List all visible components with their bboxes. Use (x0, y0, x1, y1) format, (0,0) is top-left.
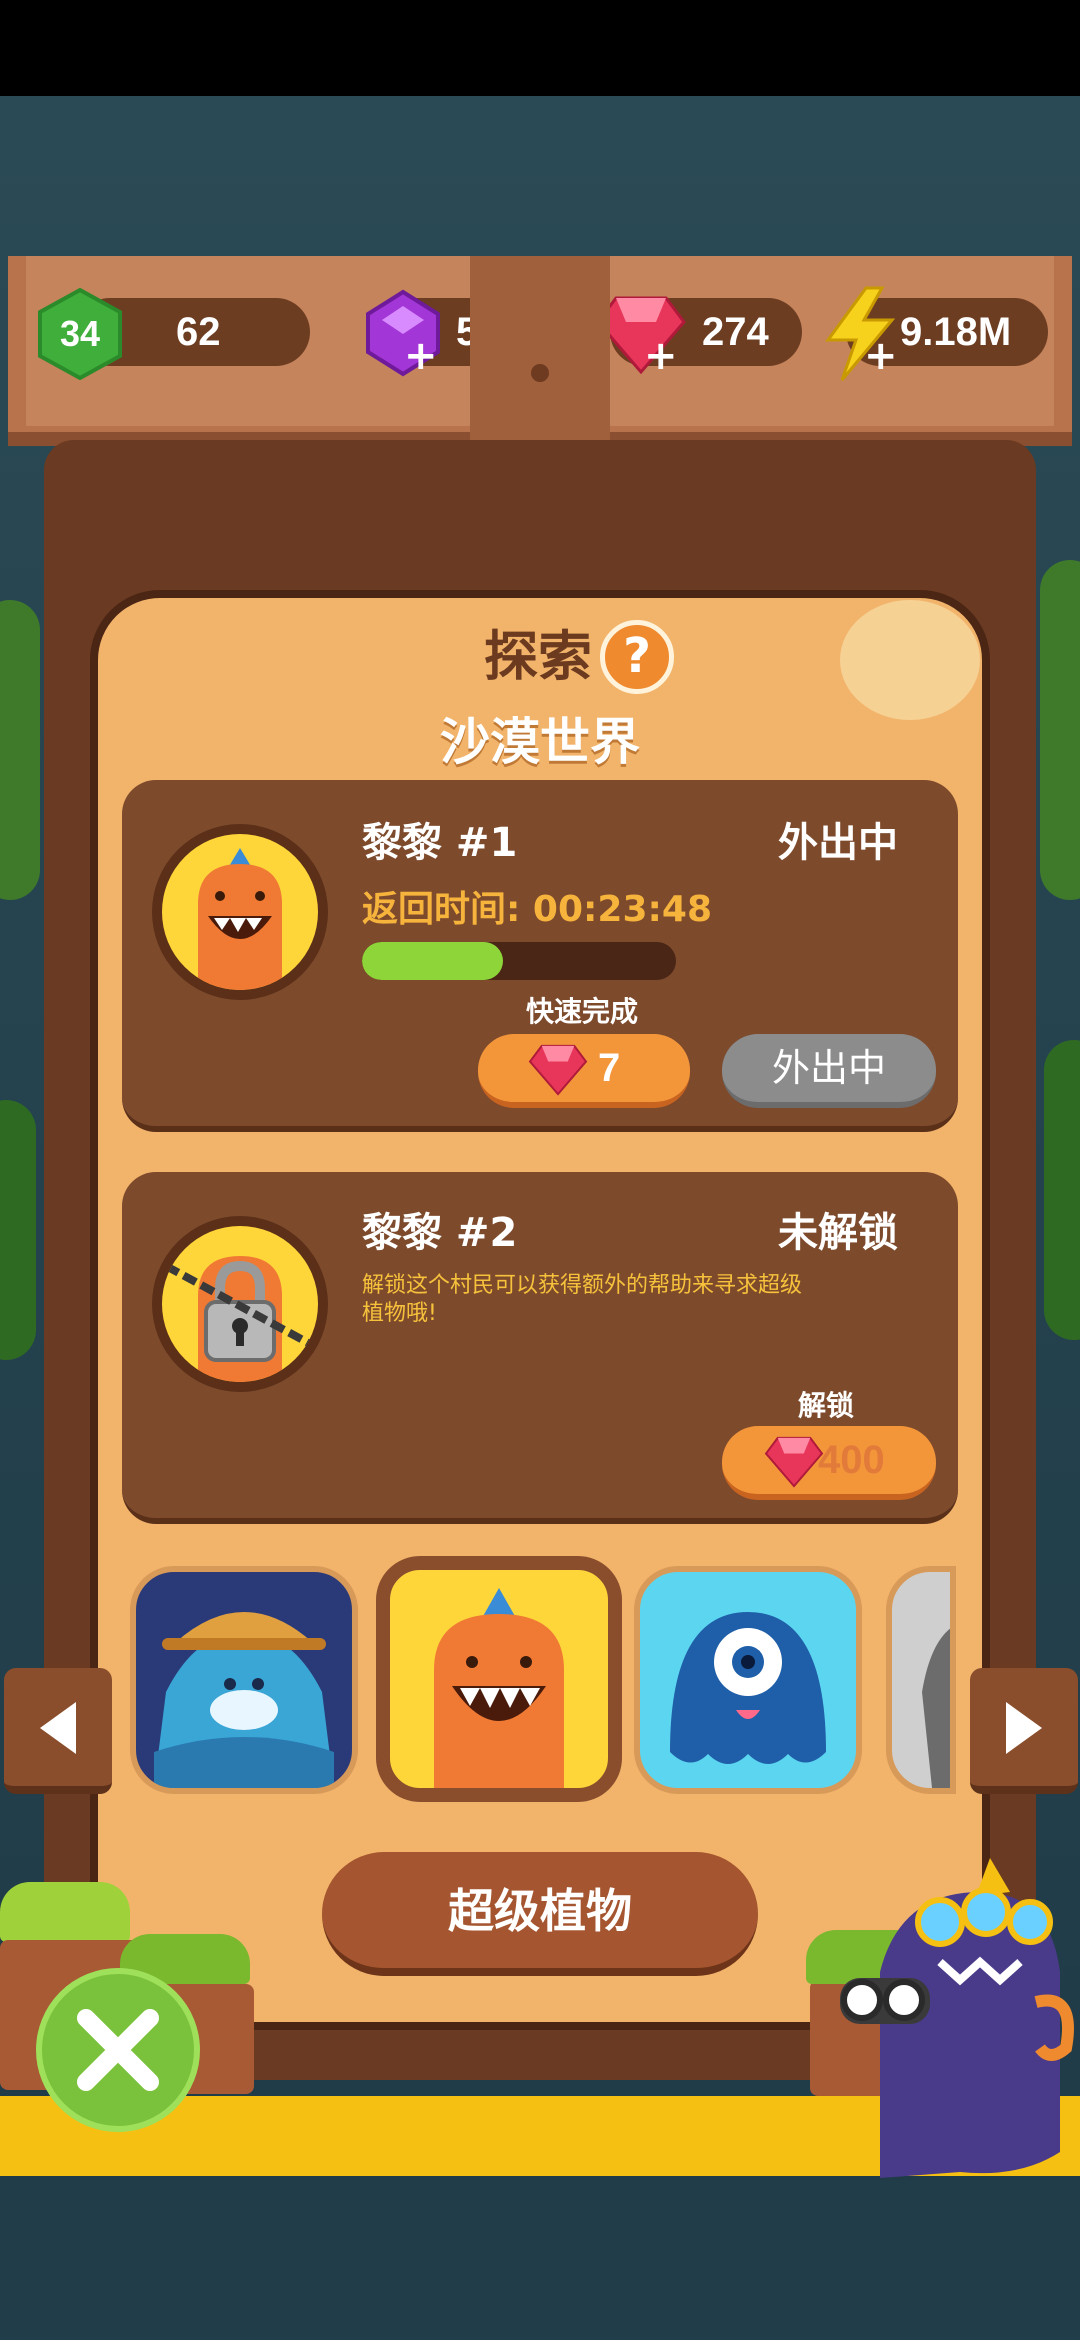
avatar (152, 824, 328, 1000)
quick-finish-cost: 7 (598, 1046, 621, 1090)
villager-choice-1[interactable] (130, 1566, 358, 1794)
leaf-decoration (0, 1100, 36, 1360)
level-badge: 34 (34, 287, 126, 381)
slot-name: 黎黎 #2 (362, 1210, 518, 1256)
binoculars-monster-icon (840, 1858, 1074, 2178)
page-title: 探索 (484, 625, 592, 688)
orange-monster-icon (434, 1588, 564, 1788)
return-time: 返回时间: 00:23:48 (362, 889, 713, 930)
plus-icon: + (404, 333, 438, 379)
plus-icon: + (864, 333, 898, 379)
arrow-left-icon (40, 1702, 76, 1754)
unlock-cost: 400 (818, 1438, 885, 1482)
energy-add-button[interactable]: + (820, 286, 900, 382)
gray-monster-icon (922, 1628, 950, 1788)
close-button[interactable] (36, 1968, 200, 2132)
explorer-monster (840, 1852, 1080, 2178)
slot-name: 黎黎 #1 (362, 820, 518, 866)
villager-choice-3[interactable] (634, 1566, 862, 1794)
slot-status: 未解锁 (778, 1210, 898, 1256)
quick-finish-button[interactable]: 7 (478, 1034, 690, 1108)
background-bottom (0, 2180, 1080, 2340)
unlock-button[interactable]: 400 (722, 1426, 936, 1500)
villager-slot-2: 黎黎 #2 未解锁 解锁这个村民可以获得额外的帮助来寻求超级植物哦! 解锁 40… (122, 1172, 958, 1524)
close-icon (77, 2009, 159, 2091)
super-plant-button[interactable]: 超级植物 (322, 1852, 758, 1976)
plant-decoration (0, 1882, 130, 1942)
blue-cyclops-icon (670, 1612, 826, 1764)
help-button[interactable]: ? (600, 620, 674, 694)
prev-villager-button[interactable] (4, 1668, 112, 1794)
green-hexagon-icon: 34 (38, 287, 122, 381)
ruby-icon (528, 1044, 588, 1096)
arrow-right-icon (1006, 1702, 1042, 1754)
quick-finish-label: 快速完成 (526, 995, 639, 1028)
strap-rivet (531, 364, 549, 382)
plus-icon: + (644, 333, 678, 379)
villager-choice-2[interactable] (376, 1556, 622, 1802)
status-button[interactable]: 外出中 (722, 1034, 936, 1108)
slot-status: 外出中 (778, 820, 898, 866)
return-progress-bar (362, 942, 676, 980)
ruby-icon (764, 1436, 824, 1488)
leaf-decoration (1044, 1040, 1080, 1340)
energy-value: 9.18M (900, 310, 1012, 354)
plants-value: 62 (176, 310, 221, 354)
locked-monster-icon (164, 1256, 316, 1382)
progress-fill (362, 942, 504, 980)
next-villager-button[interactable] (970, 1668, 1078, 1794)
blue-monster-hat-icon (154, 1612, 334, 1788)
unlock-label: 解锁 (798, 1389, 855, 1422)
villager-choice-4[interactable] (886, 1566, 956, 1794)
status-bar (0, 0, 1080, 96)
avatar (152, 1216, 328, 1392)
gem-add-button[interactable]: + (360, 288, 446, 378)
world-name: 沙漠世界 (440, 713, 640, 771)
villager-slot-1: 黎黎 #1 外出中 返回时间: 00:23:48 快速完成 7 外出中 (122, 780, 958, 1132)
rubies-value: 274 (702, 310, 769, 354)
orange-monster-icon (198, 848, 282, 990)
level-value: 34 (60, 313, 100, 354)
unlock-description: 解锁这个村民可以获得额外的帮助来寻求超级植物哦! (362, 1273, 803, 1326)
